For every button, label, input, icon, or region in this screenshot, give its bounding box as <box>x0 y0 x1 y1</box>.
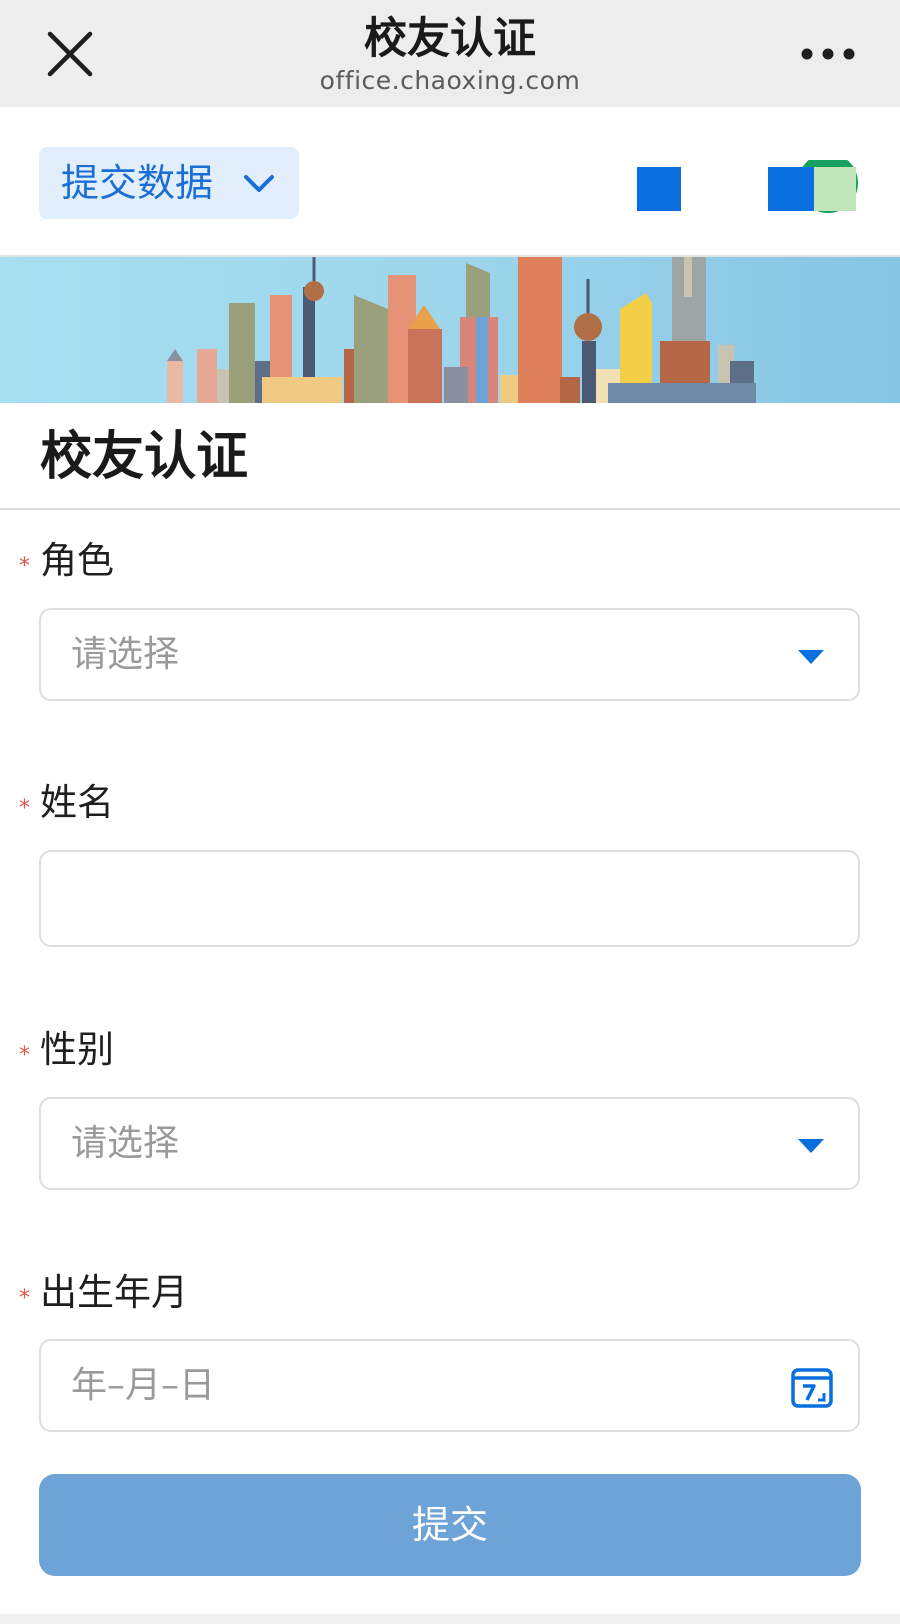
field-label-role: 角色 <box>40 539 114 582</box>
more-dots-icon[interactable] <box>800 46 856 62</box>
page-domain: office.chaoxing.com <box>319 66 581 95</box>
gender-select[interactable]: 请选择 <box>39 1097 860 1190</box>
page-title: 校友认证 <box>364 14 536 64</box>
toolbar: 提交数据 <box>0 107 900 257</box>
city-skyline-banner <box>0 257 900 403</box>
bottom-strip <box>0 1614 900 1624</box>
field-label-name: 姓名 <box>40 781 114 824</box>
form-title: 校友认证 <box>40 427 249 487</box>
birth-date-placeholder: 年–月–日 <box>71 1365 216 1406</box>
calendar-icon[interactable] <box>790 1365 834 1409</box>
title-divider <box>0 508 900 510</box>
field-label-gender: 性别 <box>40 1028 114 1071</box>
required-star: * <box>19 1043 30 1068</box>
required-star: * <box>19 1286 30 1311</box>
role-select[interactable]: 请选择 <box>39 608 860 701</box>
submit-button-label: 提交 <box>411 1503 488 1547</box>
caret-down-icon <box>798 1139 824 1153</box>
required-star: * <box>19 796 30 821</box>
role-select-placeholder: 请选择 <box>71 634 180 675</box>
caret-down-icon <box>798 650 824 664</box>
toggle-icon[interactable] <box>768 160 860 220</box>
submit-button[interactable]: 提交 <box>39 1474 861 1576</box>
gender-select-placeholder: 请选择 <box>71 1123 180 1164</box>
name-input[interactable] <box>39 850 860 947</box>
blue-square-icon[interactable] <box>637 167 681 211</box>
top-navbar: 校友认证 office.chaoxing.com <box>0 0 900 107</box>
field-label-birth-date: 出生年月 <box>40 1271 188 1314</box>
chevron-down-icon <box>244 175 274 192</box>
submit-data-dropdown-button[interactable]: 提交数据 <box>39 147 299 219</box>
birth-date-input[interactable]: 年–月–日 <box>39 1339 860 1432</box>
required-star: * <box>19 554 30 579</box>
submit-data-label: 提交数据 <box>61 161 214 205</box>
